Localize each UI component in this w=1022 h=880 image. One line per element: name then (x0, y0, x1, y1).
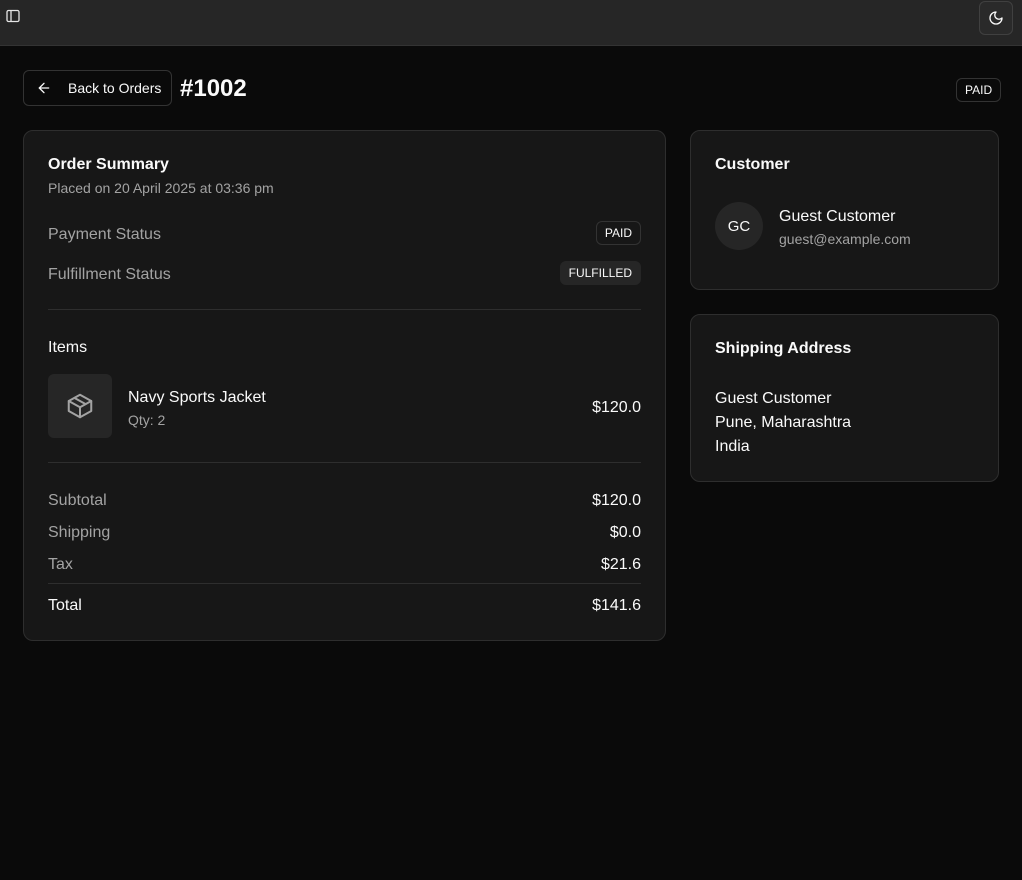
customer-title: Customer (715, 156, 790, 173)
subtotal-value: $120.0 (592, 492, 641, 509)
customer-email: guest@example.com (779, 231, 911, 247)
fulfillment-status-badge: FULFILLED (559, 261, 641, 285)
top-bar (0, 0, 1022, 46)
tax-label: Tax (48, 556, 73, 573)
shipping-value: $0.0 (609, 524, 641, 541)
customer-card: Customer GC Guest Customer guest@example… (690, 130, 999, 290)
order-status-badge: PAID (956, 78, 1002, 102)
sidebar-toggle-button[interactable] (4, 7, 22, 25)
item-price: $120.0 (592, 399, 641, 416)
item-thumbnail (48, 374, 112, 438)
order-number-title: #1002 (180, 75, 247, 102)
shipping-line-name: Guest Customer (715, 390, 832, 407)
order-summary-title: Order Summary (48, 156, 169, 173)
shipping-address-card: Shipping Address Guest Customer Pune, Ma… (690, 314, 999, 482)
fulfillment-status-label: Fulfillment Status (48, 266, 171, 283)
tax-value: $21.6 (600, 556, 641, 573)
back-to-orders-label: Back to Orders (68, 80, 162, 96)
payment-status-label: Payment Status (48, 226, 161, 243)
total-label: Total (48, 597, 82, 614)
subtotal-label: Subtotal (48, 492, 107, 509)
item-quantity: Qty: 2 (128, 412, 166, 428)
total-value: $141.6 (592, 597, 641, 614)
shipping-line-city: Pune, Maharashtra (715, 414, 852, 431)
divider (48, 462, 641, 463)
avatar: GC (715, 202, 763, 250)
divider (48, 583, 641, 584)
divider (48, 309, 641, 310)
item-name: Navy Sports Jacket (128, 389, 266, 406)
shipping-line-country: India (715, 438, 750, 455)
items-heading: Items (48, 339, 88, 356)
package-icon (67, 393, 93, 419)
back-to-orders-button[interactable]: Back to Orders (23, 70, 172, 106)
placed-on-text: Placed on 20 April 2025 at 03:36 pm (48, 180, 274, 196)
sidebar-icon (6, 9, 20, 23)
order-summary-card: Order Summary Placed on 20 April 2025 at… (23, 130, 666, 641)
arrow-left-icon (38, 82, 50, 94)
moon-icon (989, 11, 1003, 25)
shipping-address-title: Shipping Address (715, 340, 852, 357)
shipping-label: Shipping (48, 524, 111, 541)
customer-name: Guest Customer (779, 208, 896, 225)
payment-status-badge: PAID (595, 221, 641, 245)
theme-toggle-button[interactable] (979, 1, 1013, 35)
